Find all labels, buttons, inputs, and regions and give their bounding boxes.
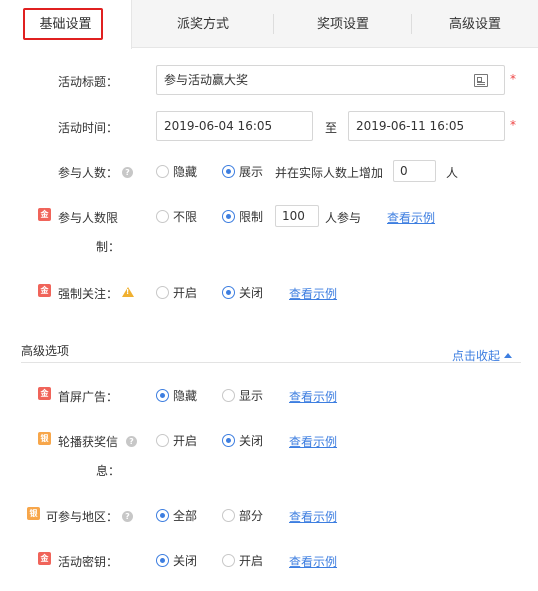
radio-label: 不限 (173, 209, 198, 224)
follow-off-radio[interactable]: 关闭 (222, 284, 263, 300)
radio-label: 关闭 (173, 553, 198, 568)
activity-title-input[interactable]: 参与活动赢大奖 (156, 65, 505, 95)
password-off-radio[interactable]: 关闭 (156, 552, 197, 568)
limit-label-line2: 制： (96, 240, 121, 254)
radio-label: 隐藏 (173, 164, 198, 179)
participants-hide-radio[interactable]: 隐藏 (156, 163, 197, 179)
radio-label: 开启 (173, 285, 198, 300)
carousel-example-link[interactable]: 查看示例 (289, 433, 337, 450)
radio-label: 展示 (239, 164, 264, 179)
splash-example-link[interactable]: 查看示例 (289, 388, 337, 405)
radio-dot (222, 209, 235, 223)
gold-badge-icon: 金 (38, 552, 51, 565)
radio-dot (222, 388, 235, 402)
tab-prize-settings[interactable]: 奖项设置 (274, 0, 412, 48)
radio-label: 显示 (239, 388, 264, 403)
tab-prize-settings-label: 奖项设置 (316, 17, 369, 32)
limit-value-input[interactable]: 100 (275, 205, 319, 227)
help-icon[interactable]: ? (126, 436, 137, 447)
advanced-section-title: 高级选项 (21, 344, 70, 358)
required-mark: * (510, 72, 516, 86)
carousel-label-line1: 轮播获奖信 (58, 435, 119, 449)
password-example-link[interactable]: 查看示例 (289, 553, 337, 570)
silver-badge-icon: 银 (38, 432, 51, 445)
warning-icon[interactable] (122, 287, 134, 297)
radio-dot (156, 285, 169, 299)
radio-dot (156, 388, 169, 402)
region-partial-radio[interactable]: 部分 (222, 507, 263, 523)
chevron-up-icon (504, 353, 513, 358)
participants-unit: 人 (446, 166, 459, 180)
password-label: 活动密钥： (58, 555, 119, 569)
active-tab-highlight (23, 8, 103, 40)
activity-time-label: 活动时间： (58, 121, 119, 135)
limit-unit: 人参与 (325, 211, 362, 225)
radio-label: 开启 (173, 433, 198, 448)
region-label: 可参与地区： (46, 510, 119, 524)
participants-extra-input[interactable]: 0 (393, 160, 436, 182)
radio-label: 关闭 (239, 285, 264, 300)
limit-label-line1: 参与人数限 (58, 211, 119, 225)
radio-label: 关闭 (239, 433, 264, 448)
tab-advanced-settings-label: 高级设置 (448, 17, 501, 32)
limit-unlimited-radio[interactable]: 不限 (156, 208, 197, 224)
force-follow-label: 强制关注： (58, 287, 119, 301)
radio-dot (156, 553, 169, 567)
tab-prize-delivery-label: 派奖方式 (176, 17, 229, 32)
radio-dot (156, 433, 169, 447)
start-time-input[interactable]: 2019-06-04 16:05 (156, 111, 313, 141)
radio-dot (156, 209, 169, 223)
radio-dot (222, 285, 235, 299)
radio-dot (156, 164, 169, 178)
carousel-on-radio[interactable]: 开启 (156, 432, 197, 448)
help-icon[interactable]: ? (122, 511, 133, 522)
radio-dot (156, 508, 169, 522)
splash-ad-label: 首屏广告： (58, 390, 119, 404)
radio-label: 部分 (239, 508, 264, 523)
gold-badge-icon: 金 (38, 284, 51, 297)
tab-prize-delivery[interactable]: 派奖方式 (132, 0, 274, 48)
splash-hide-radio[interactable]: 隐藏 (156, 387, 197, 403)
radio-label: 限制 (239, 209, 264, 224)
radio-dot (222, 553, 235, 567)
gold-badge-icon: 金 (38, 208, 51, 221)
gold-badge-icon: 金 (38, 387, 51, 400)
silver-badge-icon: 银 (27, 507, 40, 520)
rich-text-icon[interactable] (474, 74, 488, 87)
section-divider (21, 362, 521, 363)
follow-example-link[interactable]: 查看示例 (289, 285, 337, 302)
radio-dot (222, 433, 235, 447)
activity-title-label: 活动标题： (58, 75, 119, 89)
limit-example-link[interactable]: 查看示例 (387, 209, 435, 226)
limit-limited-radio[interactable]: 限制 (222, 208, 263, 224)
region-example-link[interactable]: 查看示例 (289, 508, 337, 525)
end-time-input[interactable]: 2019-06-11 16:05 (348, 111, 505, 141)
radio-dot (222, 508, 235, 522)
help-icon[interactable]: ? (122, 167, 133, 178)
radio-label: 开启 (239, 553, 264, 568)
tab-advanced-settings[interactable]: 高级设置 (412, 0, 538, 48)
follow-on-radio[interactable]: 开启 (156, 284, 197, 300)
splash-show-radio[interactable]: 显示 (222, 387, 263, 403)
radio-label: 全部 (173, 508, 198, 523)
participants-label: 参与人数： (58, 166, 119, 180)
participants-extra-text: 并在实际人数上增加 (275, 166, 384, 180)
radio-label: 隐藏 (173, 388, 198, 403)
participants-show-radio[interactable]: 展示 (222, 163, 263, 179)
carousel-label-line2: 息： (96, 464, 121, 478)
radio-dot (222, 164, 235, 178)
required-mark: * (510, 118, 516, 132)
password-on-radio[interactable]: 开启 (222, 552, 263, 568)
carousel-off-radio[interactable]: 关闭 (222, 432, 263, 448)
time-separator: 至 (325, 121, 338, 135)
region-all-radio[interactable]: 全部 (156, 507, 197, 523)
